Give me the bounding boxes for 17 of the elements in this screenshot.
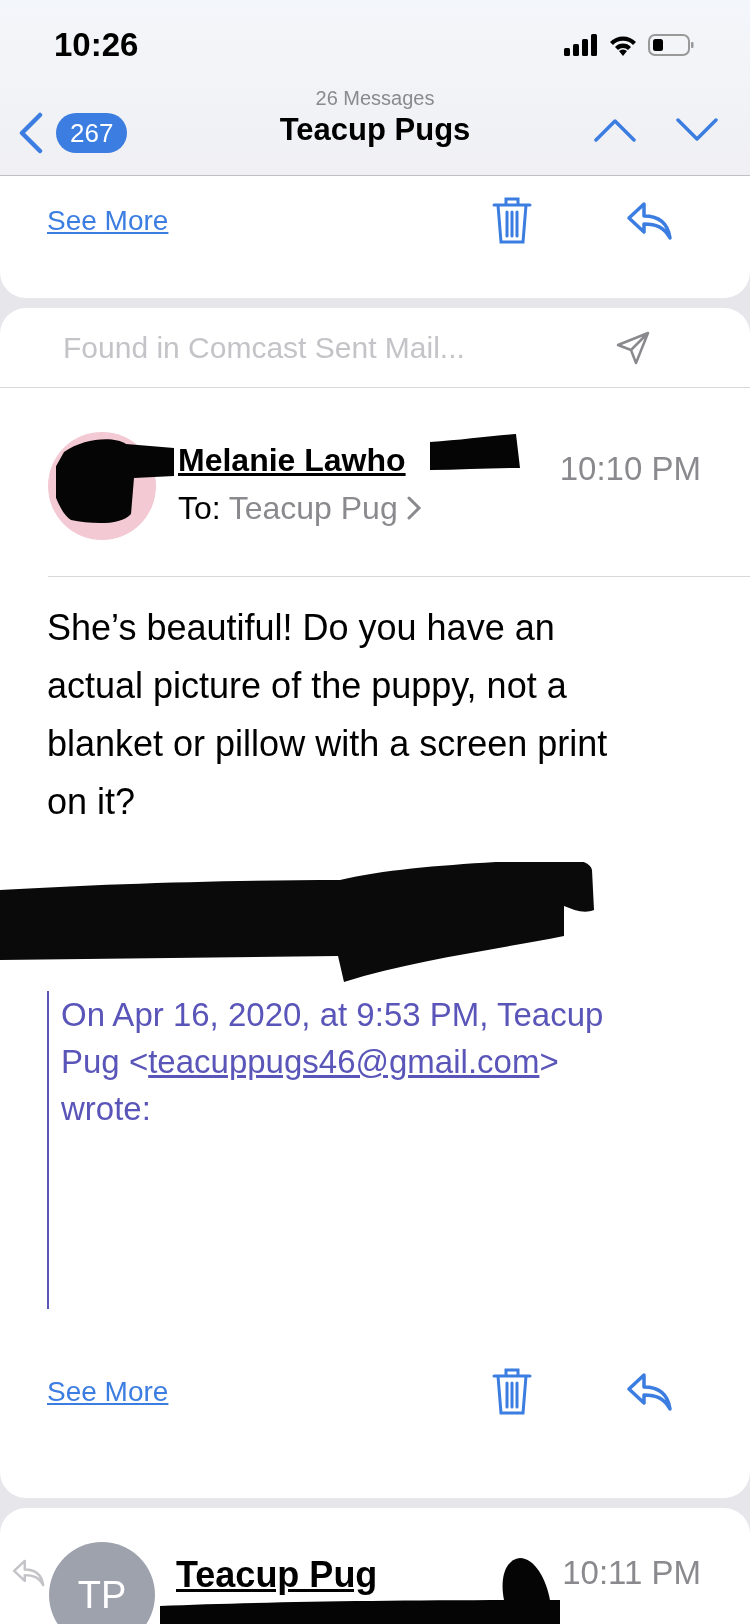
avatar: TP (49, 1542, 155, 1624)
found-in-label: Found in Comcast Sent Mail... (63, 330, 465, 366)
sender-name[interactable]: Teacup Pug (176, 1548, 378, 1602)
email-link[interactable]: teacuppugs46@gmail.com (148, 1043, 540, 1080)
message-time: 10:10 PM (559, 449, 701, 489)
recipient-name[interactable]: Teacup Pug (228, 484, 398, 532)
sender-name[interactable]: Melanie Lawho (178, 440, 422, 480)
status-time: 10:26 (54, 25, 139, 66)
to-label: To: (178, 489, 221, 528)
thread-subtitle: 26 Messages (315, 86, 435, 110)
see-more-link[interactable]: See More (47, 1371, 169, 1413)
unread-count-badge[interactable]: 267 (56, 113, 128, 153)
see-more-link[interactable]: See More (47, 200, 169, 242)
thread-title: Teacup Pugs (279, 111, 471, 149)
quoted-header: On Apr 16, 2020, at 9:53 PM, Teacup Pug <teacuppugs46@gmail.com> wrote: (61, 995, 605, 1129)
message-time: 10:11 PM (562, 1553, 701, 1593)
message-body: She’s beautiful! Do you have an actual picture of the puppy, not a blanket or pillow with a screen print on it? (47, 606, 609, 824)
